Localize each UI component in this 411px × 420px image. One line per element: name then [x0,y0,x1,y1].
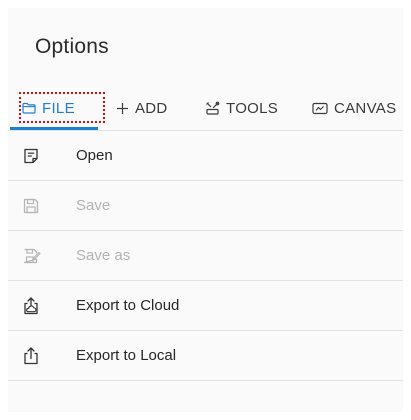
tab-file-label: FILE [42,99,75,117]
tab-bar: FILE ADD TOOLS CANVAS [8,86,403,131]
open-file-icon [22,147,40,165]
menu-item-export-local[interactable]: Export to Local [8,331,403,381]
panel-title: Options [35,35,109,58]
menu-item-export-local-label: Export to Local [76,347,177,364]
menu-item-save-label: Save [76,197,111,214]
tab-tools-label: TOOLS [226,99,279,117]
tab-tools[interactable]: TOOLS [205,86,278,130]
menu-item-export-cloud-label: Export to Cloud [76,297,180,314]
tab-canvas-label: CANVAS [334,99,397,117]
tab-add-label: ADD [135,99,168,117]
save-icon [22,197,40,215]
save-as-icon [22,247,41,265]
export-local-icon [22,346,40,365]
menu-item-open-label: Open [76,147,113,164]
plus-icon [116,102,129,115]
tab-file[interactable]: FILE [18,86,105,130]
menu-item-save-as: Save as [8,231,403,281]
export-cloud-icon [22,296,40,315]
file-menu: Open Save Save as Export to Cloud Export… [8,131,403,381]
active-tab-indicator [10,127,98,130]
options-panel: Options FILE ADD TOOLS CANVAS Open Save … [8,8,403,412]
folder-icon [22,102,36,114]
tab-add[interactable]: ADD [116,86,168,130]
tools-icon [205,101,220,116]
menu-item-save-as-label: Save as [76,247,131,264]
menu-item-save: Save [8,181,403,231]
menu-item-export-cloud[interactable]: Export to Cloud [8,281,403,331]
tab-canvas[interactable]: CANVAS [312,86,396,130]
canvas-icon [312,102,328,115]
menu-item-open[interactable]: Open [8,131,403,181]
